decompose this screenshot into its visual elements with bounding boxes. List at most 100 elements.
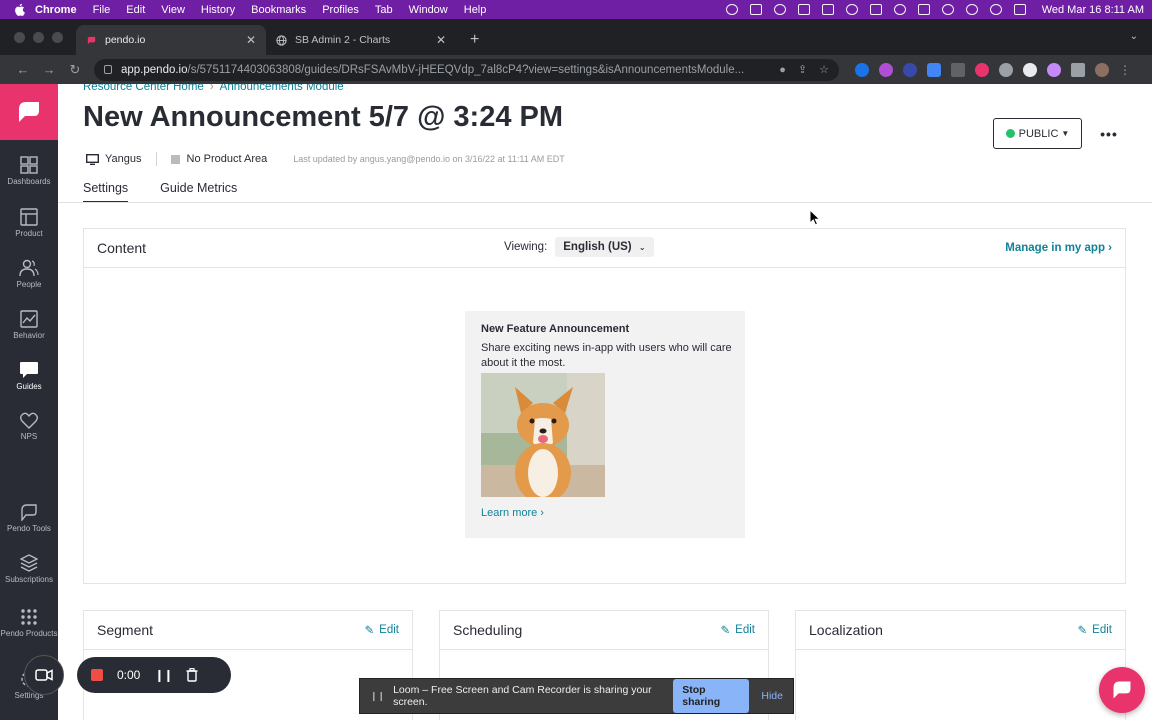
close-window-button[interactable]	[14, 32, 25, 43]
nav-pendo-products[interactable]: Pendo Products	[0, 608, 58, 638]
more-options-button[interactable]: •••	[1092, 118, 1126, 149]
nav-nps[interactable]: NPS	[0, 412, 58, 441]
screen-share-icon[interactable]	[773, 4, 786, 15]
volume-icon[interactable]	[869, 4, 882, 15]
breadcrumb-home-link[interactable]: Resource Center Home	[83, 84, 204, 93]
menu-history[interactable]: History	[201, 4, 235, 16]
segment-edit-button[interactable]: ✎ Edit	[365, 623, 399, 637]
battery-icon[interactable]	[917, 4, 930, 15]
menu-profiles[interactable]: Profiles	[322, 4, 359, 16]
grid-status-icon[interactable]	[821, 4, 834, 15]
language-dropdown[interactable]: English (US) ⌄	[555, 237, 654, 257]
pause-icon[interactable]: ❙❙	[154, 668, 173, 682]
bluetooth-icon[interactable]	[893, 4, 906, 15]
kebab-menu-icon[interactable]: ⋮	[1119, 63, 1131, 77]
tab-settings[interactable]: Settings	[83, 181, 129, 203]
browser-tab-pendo[interactable]: pendo.io ✕	[76, 25, 266, 55]
close-tab-icon[interactable]: ✕	[436, 33, 446, 47]
bookmark-star-icon[interactable]: ☆	[819, 63, 829, 76]
close-tab-icon[interactable]: ✕	[246, 33, 256, 47]
drag-handle-icon[interactable]: ❙❙	[370, 691, 385, 702]
pendo-extension-icon[interactable]	[975, 62, 989, 77]
pendo-logo[interactable]	[0, 84, 58, 140]
camera-icon[interactable]	[749, 4, 762, 15]
menubar-clock[interactable]: Wed Mar 16 8:11 AM	[1042, 4, 1144, 16]
status-dot	[1005, 129, 1015, 138]
nav-people[interactable]: People	[0, 259, 58, 289]
trash-icon[interactable]	[186, 668, 198, 682]
menu-window[interactable]: Window	[409, 4, 448, 16]
breadcrumb-current-link[interactable]: Announcements Module	[220, 84, 344, 93]
extension-icon[interactable]	[927, 62, 941, 77]
forward-arrow-icon[interactable]: →	[36, 62, 62, 77]
stop-sharing-button[interactable]: Stop sharing	[673, 679, 750, 713]
browser-tab-strip: pendo.io ✕ SB Admin 2 - Charts ✕ + ⌄	[0, 19, 1152, 55]
nav-guides[interactable]: Guides	[0, 361, 58, 391]
menu-bookmarks[interactable]: Bookmarks	[251, 4, 306, 16]
preview-body: Share exciting news in-app with users wh…	[481, 342, 732, 369]
localization-card-header: Localization ✎ Edit	[796, 611, 1125, 650]
page-tabs: Settings Guide Metrics	[83, 181, 237, 203]
menu-chrome[interactable]: Chrome	[35, 4, 77, 16]
status-icons: Wed Mar 16 8:11 AM	[725, 4, 1144, 16]
mouse-cursor-icon	[809, 209, 821, 226]
page-title[interactable]: New Announcement 5/7 @ 3:24 PM	[83, 101, 563, 134]
menu-tab[interactable]: Tab	[375, 4, 393, 16]
share-icon[interactable]: ⇪	[798, 63, 807, 76]
profile-avatar[interactable]	[1095, 62, 1109, 77]
viewing-label: Viewing:	[504, 241, 548, 253]
back-arrow-icon[interactable]: ←	[10, 62, 36, 77]
status-dropdown-button[interactable]: PUBLIC ▼	[993, 118, 1082, 149]
menu-file[interactable]: File	[93, 4, 111, 16]
nav-product[interactable]: Product	[0, 208, 58, 238]
scheduling-edit-button[interactable]: ✎ Edit	[721, 623, 755, 637]
app-name[interactable]: Yangus	[105, 153, 142, 165]
voice-search-icon[interactable]: ●	[779, 64, 786, 76]
learn-more-link[interactable]: Learn more ›	[481, 507, 729, 519]
nav-label: Pendo Products	[0, 629, 58, 638]
extension-icon[interactable]	[879, 62, 893, 77]
extension-icon[interactable]	[1047, 62, 1061, 77]
tab-search-chevron-icon[interactable]: ⌄	[1130, 31, 1138, 42]
microphone-icon[interactable]	[725, 4, 738, 15]
extension-icon[interactable]	[951, 62, 965, 77]
hide-banner-button[interactable]: Hide	[761, 690, 783, 702]
menu-edit[interactable]: Edit	[126, 4, 145, 16]
puzzle-extensions-icon[interactable]	[1071, 62, 1085, 77]
address-bar[interactable]: app.pendo.io/s/5751174403063808/guides/D…	[94, 58, 839, 81]
pendo-resource-center-button[interactable]	[1099, 667, 1145, 713]
reload-icon[interactable]: ↻	[62, 62, 88, 78]
nav-pendo-tools[interactable]: Pendo Tools	[0, 503, 58, 533]
extension-icon[interactable]	[999, 62, 1013, 77]
tab-guide-metrics[interactable]: Guide Metrics	[160, 181, 237, 203]
url-path: /s/5751174403063808/guides/DRsFSAvMbV-jH…	[187, 63, 745, 76]
browser-tab-sb-admin[interactable]: SB Admin 2 - Charts ✕	[266, 25, 456, 55]
wifi-icon[interactable]	[941, 4, 954, 15]
nav-behavior[interactable]: Behavior	[0, 310, 58, 340]
product-area[interactable]: No Product Area	[187, 153, 268, 165]
extension-icon[interactable]	[1023, 62, 1037, 77]
extension-icon[interactable]	[903, 62, 917, 77]
nav-dashboards[interactable]: Dashboards	[0, 156, 58, 186]
loom-camera-button[interactable]	[24, 655, 64, 695]
control-center-icon[interactable]	[1013, 4, 1026, 15]
new-tab-plus-icon[interactable]: +	[470, 31, 479, 49]
pendo-status-icon[interactable]	[797, 4, 810, 15]
lock-icon[interactable]	[104, 65, 112, 74]
minimize-window-button[interactable]	[33, 32, 44, 43]
stop-recording-icon[interactable]	[91, 669, 103, 681]
video-camera-icon	[35, 669, 53, 681]
nav-subscriptions[interactable]: Subscriptions	[0, 554, 58, 584]
manage-in-app-link[interactable]: Manage in my app ›	[1005, 242, 1112, 254]
extension-icon[interactable]	[855, 62, 869, 77]
zoom-window-button[interactable]	[52, 32, 63, 43]
menu-view[interactable]: View	[161, 4, 185, 16]
apple-icon[interactable]	[14, 3, 25, 16]
sync-icon[interactable]	[845, 4, 858, 15]
spotlight-search-icon[interactable]	[989, 4, 1002, 15]
status-label: PUBLIC	[1018, 127, 1059, 140]
localization-edit-button[interactable]: ✎ Edit	[1078, 623, 1112, 637]
card-title: Segment	[97, 622, 154, 638]
user-icon[interactable]	[965, 4, 978, 15]
menu-help[interactable]: Help	[464, 4, 487, 16]
